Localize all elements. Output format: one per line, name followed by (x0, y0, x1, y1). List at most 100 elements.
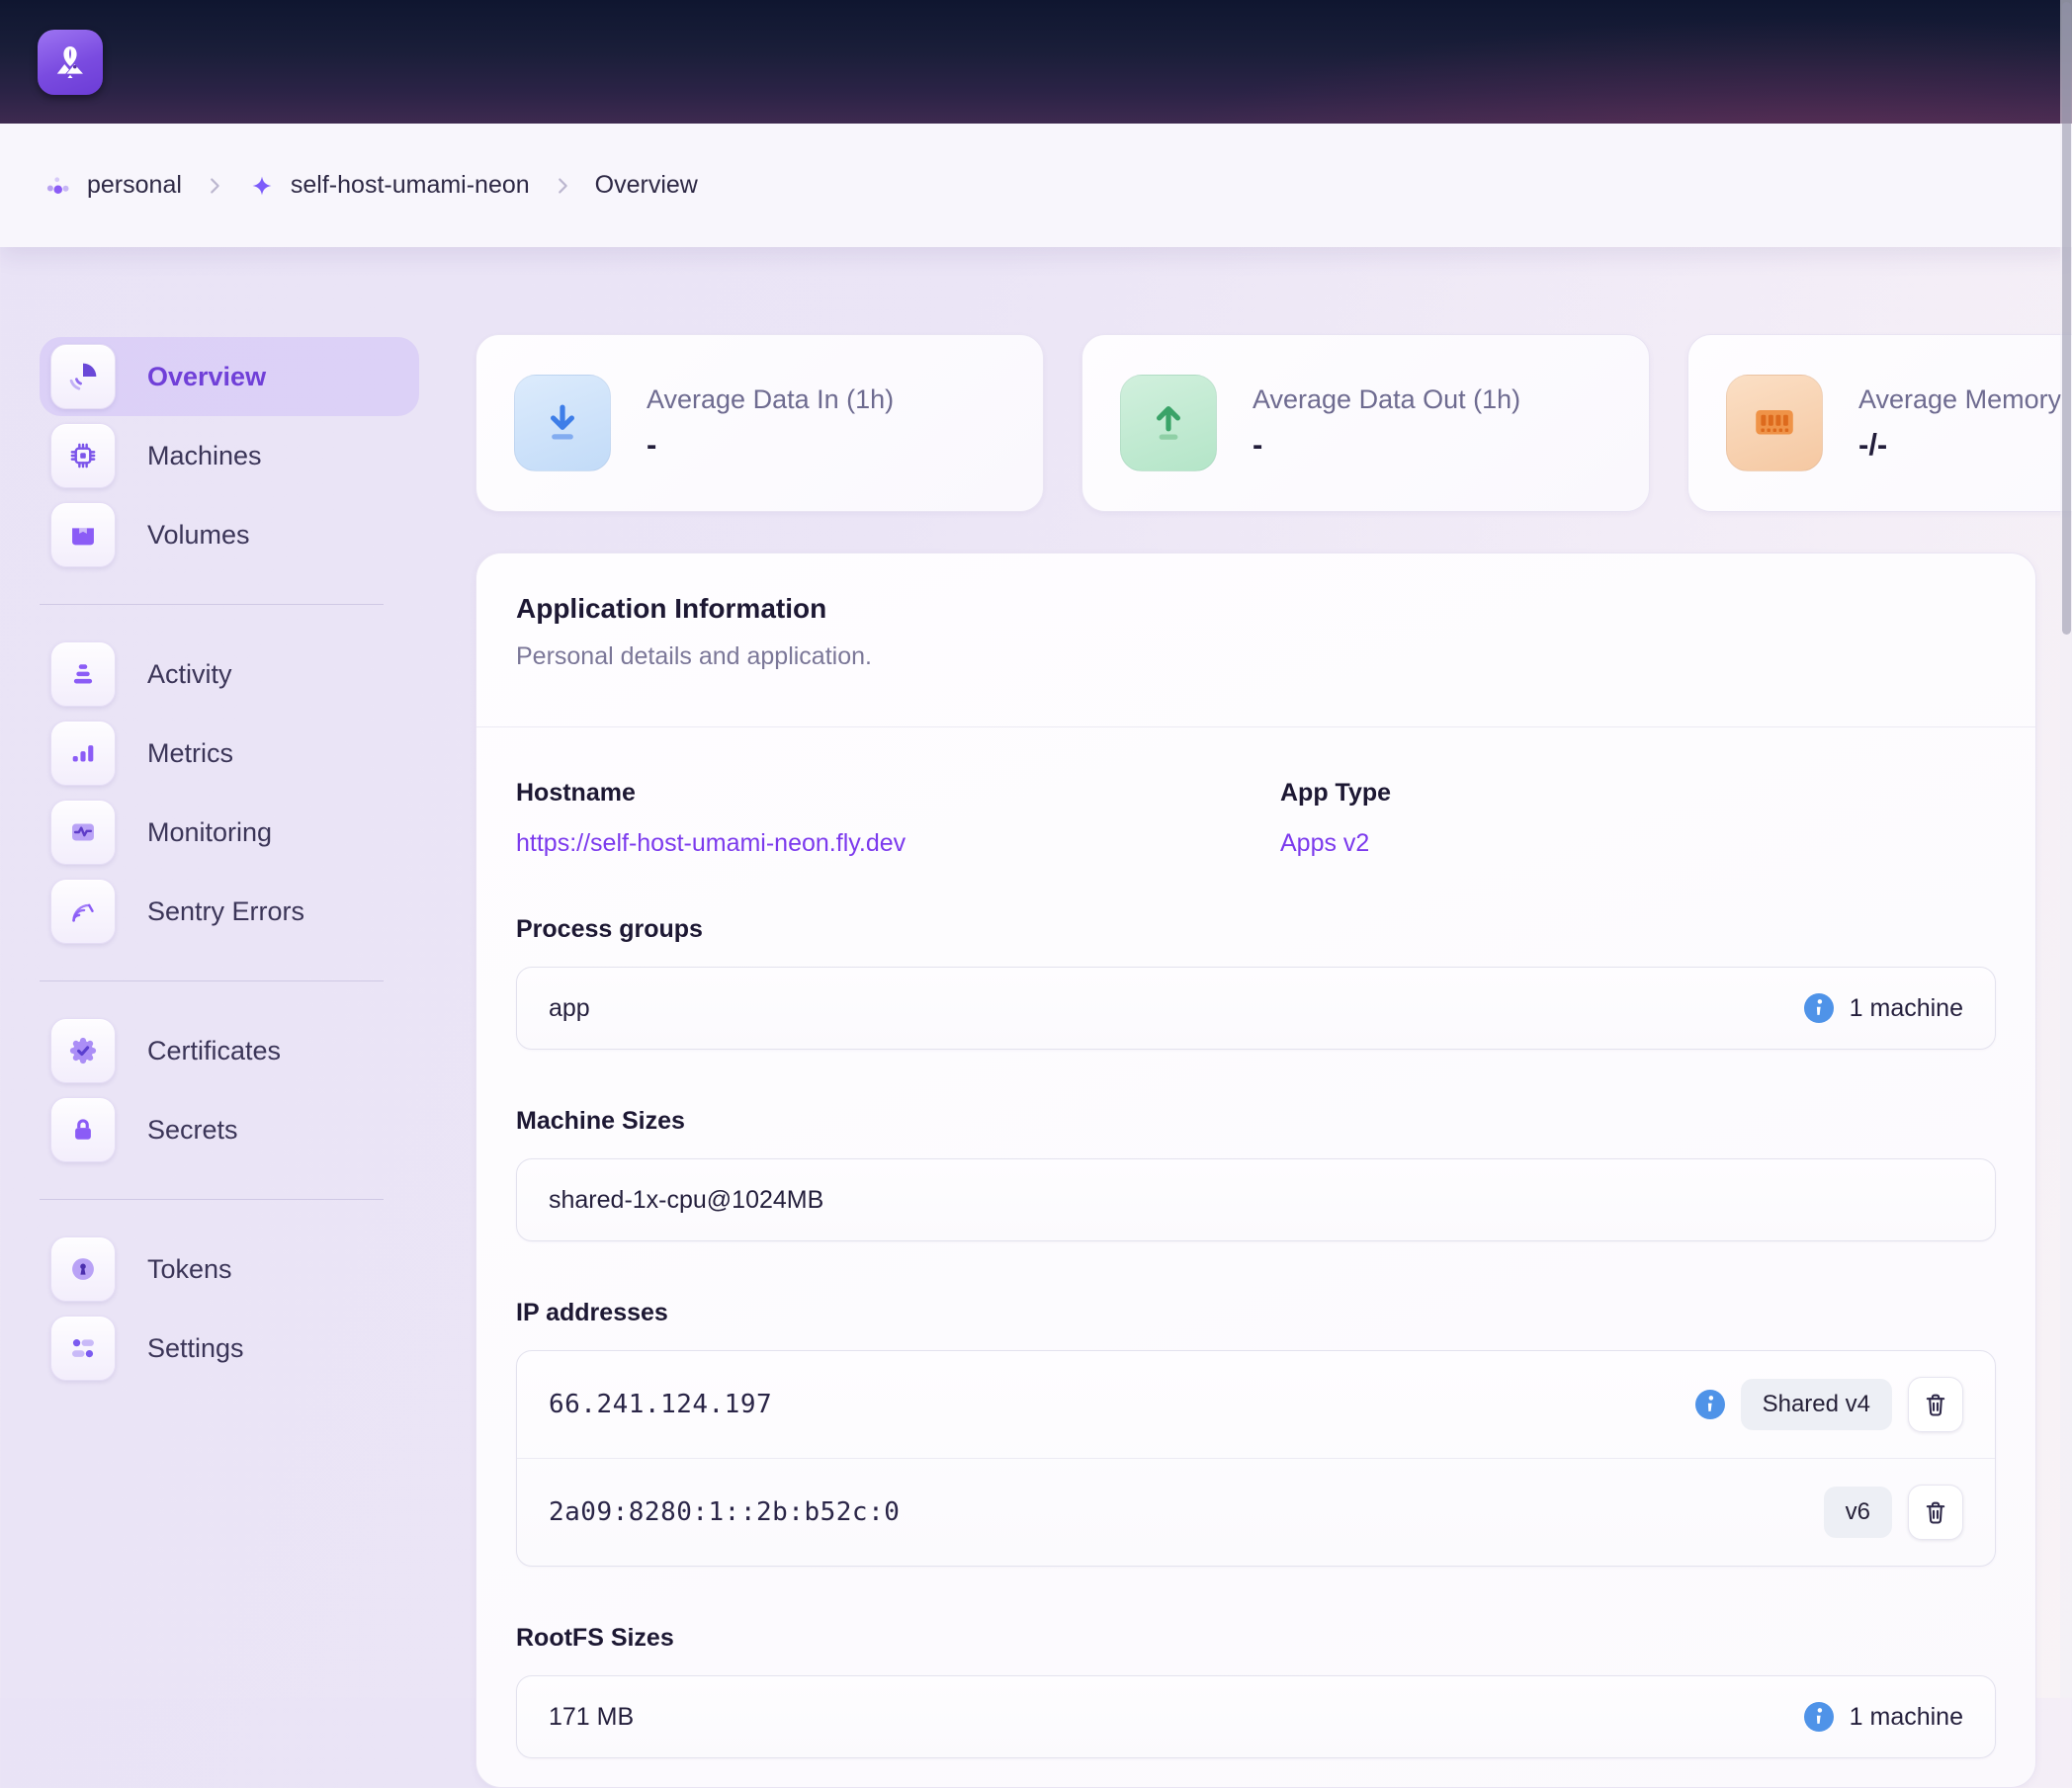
sidebar-item-label: Settings (147, 1333, 244, 1364)
sidebar-item-machines[interactable]: Machines (40, 416, 419, 495)
hostname-field: Hostname https://self-host-umami-neon.fl… (516, 779, 1280, 858)
sidebar-item-label: Monitoring (147, 817, 272, 848)
stat-cards-row: Average Data In (1h) - Average Data Out … (475, 334, 2072, 512)
ip-type-badge: Shared v4 (1741, 1379, 1892, 1430)
sidebar-item-overview[interactable]: Overview (40, 337, 419, 416)
sidebar-item-monitoring[interactable]: Monitoring (40, 793, 419, 872)
breadcrumb-page-label: Overview (595, 171, 698, 200)
info-icon[interactable] (1695, 1390, 1725, 1419)
breadcrumb-page: Overview (595, 171, 698, 200)
keyhole-icon (50, 1236, 116, 1302)
process-groups-box: app 1 machine (516, 967, 1996, 1050)
sidebar-item-label: Secrets (147, 1115, 238, 1146)
machine-size-row: shared-1x-cpu@1024MB (517, 1159, 1995, 1240)
ip-address-row: 2a09:8280:1::2b:b52c:0 v6 (517, 1458, 1995, 1566)
fly-logo[interactable] (38, 30, 103, 95)
sidebar-divider (40, 1199, 384, 1200)
scrollbar-thumb[interactable] (2062, 2, 2071, 635)
sidebar-item-activity[interactable]: Activity (40, 635, 419, 714)
ip-type-badge: v6 (1824, 1487, 1892, 1538)
card-subtitle: Personal details and application. (516, 642, 1996, 671)
stat-card-data-out: Average Data Out (1h) - (1081, 334, 1650, 512)
sidebar-divider (40, 980, 384, 981)
stat-title: Average Data Out (1h) (1252, 384, 1520, 415)
breadcrumb-app-label: self-host-umami-neon (291, 171, 530, 200)
stat-card-memory: Average Memory -/- (1687, 334, 2072, 512)
sidebar-item-tokens[interactable]: Tokens (40, 1230, 419, 1309)
rootfs-row: 171 MB 1 machine (517, 1676, 1995, 1757)
stat-value: -/- (1858, 427, 2061, 463)
download-icon (514, 375, 611, 471)
sidebar-item-volumes[interactable]: Volumes (40, 495, 419, 574)
sidebar-item-label: Overview (147, 362, 266, 392)
stat-card-data-in: Average Data In (1h) - (475, 334, 1044, 512)
trash-icon (1922, 1498, 1949, 1526)
rootfs-box: 171 MB 1 machine (516, 1675, 1996, 1758)
stat-title: Average Data In (1h) (647, 384, 894, 415)
sidebar-item-secrets[interactable]: Secrets (40, 1090, 419, 1169)
toggles-icon (50, 1316, 116, 1381)
breadcrumb: personal self-host-umami-neon Overview (0, 124, 2072, 247)
sidebar-item-sentry-errors[interactable]: Sentry Errors (40, 872, 419, 951)
scrollbar[interactable] (2060, 0, 2072, 1698)
card-title: Application Information (516, 593, 1996, 625)
application-information-card: Application Information Personal details… (475, 553, 2036, 1788)
ip-address-row: 66.241.124.197 Shared v4 (517, 1351, 1995, 1458)
info-icon[interactable] (1804, 1702, 1834, 1732)
sidebar-item-label: Metrics (147, 738, 233, 769)
pulse-screen-icon (50, 800, 116, 865)
sidebar-divider (40, 604, 384, 605)
delete-ip-button[interactable] (1908, 1485, 1963, 1540)
sidebar-item-label: Machines (147, 441, 262, 471)
sentry-icon (50, 879, 116, 944)
breadcrumb-org-label: personal (87, 171, 182, 200)
app-type-link[interactable]: Apps v2 (1280, 829, 1369, 857)
sidebar-item-certificates[interactable]: Certificates (40, 1011, 419, 1090)
process-groups-label: Process groups (516, 915, 1996, 944)
machine-sizes-label: Machine Sizes (516, 1107, 1996, 1136)
rootfs-size: 171 MB (549, 1703, 634, 1732)
stat-value: - (1252, 427, 1520, 463)
sidebar-item-settings[interactable]: Settings (40, 1309, 419, 1388)
stat-value: - (647, 427, 894, 463)
app-header (0, 0, 2072, 124)
sidebar-item-label: Volumes (147, 520, 250, 551)
app-sparkle-icon (247, 171, 277, 201)
organization-icon (43, 171, 73, 201)
sidebar-item-label: Certificates (147, 1036, 281, 1066)
pie-chart-icon (50, 344, 116, 409)
machine-count: 1 machine (1850, 1703, 1963, 1732)
bar-chart-icon (50, 721, 116, 786)
memory-icon (1726, 375, 1823, 471)
package-icon (50, 502, 116, 567)
card-divider (476, 726, 2035, 727)
ip-addresses-box: 66.241.124.197 Shared v4 (516, 1350, 1996, 1567)
chevron-right-icon (204, 175, 225, 197)
layers-icon (50, 641, 116, 707)
sidebar-nav: Overview Machines Volumes (40, 337, 419, 1388)
sidebar-item-metrics[interactable]: Metrics (40, 714, 419, 793)
ip-address-v6: 2a09:8280:1::2b:b52c:0 (549, 1497, 900, 1527)
machine-sizes-box: shared-1x-cpu@1024MB (516, 1158, 1996, 1241)
app-type-field: App Type Apps v2 (1280, 779, 1996, 858)
sidebar-item-label: Tokens (147, 1254, 232, 1285)
lock-icon (50, 1097, 116, 1162)
app-type-label: App Type (1280, 779, 1996, 808)
info-icon[interactable] (1804, 993, 1834, 1023)
rootfs-sizes-label: RootFS Sizes (516, 1624, 1996, 1653)
hostname-label: Hostname (516, 779, 1280, 808)
delete-ip-button[interactable] (1908, 1377, 1963, 1432)
breadcrumb-org[interactable]: personal (43, 171, 182, 201)
breadcrumb-app[interactable]: self-host-umami-neon (247, 171, 530, 201)
machine-count: 1 machine (1850, 994, 1963, 1023)
cpu-chip-icon (50, 423, 116, 488)
sidebar-item-label: Activity (147, 659, 232, 690)
upload-icon (1120, 375, 1217, 471)
process-group-name: app (549, 994, 590, 1023)
trash-icon (1922, 1391, 1949, 1418)
fly-balloon-icon (48, 41, 92, 84)
sidebar-item-label: Sentry Errors (147, 896, 304, 927)
ip-addresses-label: IP addresses (516, 1299, 1996, 1327)
main-content: Average Data In (1h) - Average Data Out … (475, 334, 2036, 1788)
hostname-link[interactable]: https://self-host-umami-neon.fly.dev (516, 829, 906, 857)
